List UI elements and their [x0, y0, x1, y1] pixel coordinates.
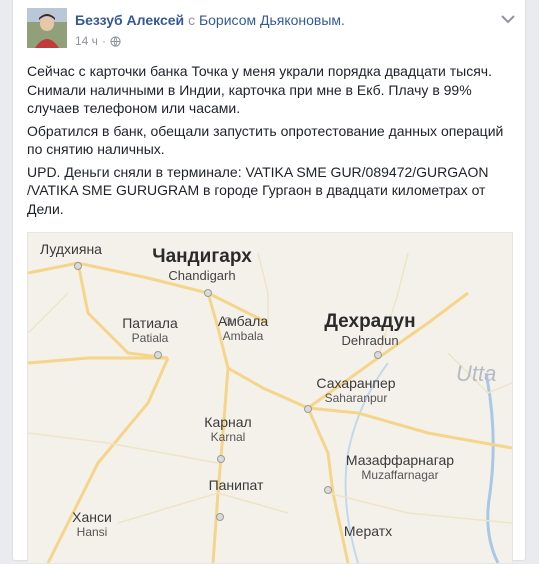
region-label: Utta — [456, 361, 497, 386]
city-name-ru: Карнал — [204, 414, 252, 430]
city-name-en: Chandigarh — [168, 268, 236, 283]
meta-separator: · — [101, 34, 106, 48]
city-name-en: Patiala — [131, 331, 169, 345]
city-name-ru: Чандигарх — [152, 246, 252, 267]
map-image[interactable]: Utta Лудхияна Чандигарх Chandigarh Патиа… — [27, 232, 513, 564]
post-timestamp[interactable]: 14 ч — [75, 34, 98, 48]
city-ludhiana: Лудхияна — [40, 241, 102, 257]
city-name-en: Muzaffarnagar — [361, 468, 439, 482]
post-paragraph: UPD. Деньги сняли в терминале: VATIKA SM… — [27, 163, 489, 217]
city-chandigarh: Чандигарх Chandigarh — [152, 246, 252, 283]
city-hansi: Ханси Hansi — [72, 509, 112, 539]
city-name-en: Ambala — [222, 329, 264, 343]
city-name-en: Saharanpur — [324, 391, 388, 405]
city-name-ru: Мазаффарнагар — [345, 452, 455, 468]
city-name-ru: Амбала — [217, 313, 269, 329]
city-dehradun: Дехрадун Dehradun — [324, 311, 415, 348]
post-header: Беззуб Алексей с Борисом Дьяконовым. — [75, 12, 345, 28]
city-name-ru: Сахаранпер — [316, 375, 396, 391]
post-card: Беззуб Алексей с Борисом Дьяконовым. 14 … — [12, 0, 526, 564]
city-name-ru: Патиала — [122, 315, 178, 331]
city-meerut: Мератх — [344, 523, 392, 539]
city-name-en: Karnal — [210, 430, 246, 444]
with-text: с — [188, 12, 196, 28]
post-paragraph: Сейчас с карточки банка Точка у меня укр… — [27, 63, 492, 116]
city-name-ru: Панипат — [208, 477, 264, 493]
globe-icon[interactable] — [110, 35, 121, 47]
avatar[interactable] — [27, 8, 67, 48]
chevron-down-icon[interactable] — [501, 14, 515, 24]
city-name-ru: Лудхияна — [40, 241, 102, 257]
tagged-user-link[interactable]: Борисом Дьяконовым. — [199, 12, 345, 28]
city-name-en: Dehradun — [341, 333, 399, 348]
author-link[interactable]: Беззуб Алексей — [75, 12, 184, 28]
city-muzaffarnagar: Мазаффарнагар Muzaffarnagar — [346, 452, 454, 482]
city-saharanpur: Сахаранпер Saharanpur — [316, 375, 395, 405]
city-name-ru: Ханси — [72, 509, 112, 525]
city-name-ru: Дехрадун — [324, 311, 416, 332]
city-ambala: Амбала Ambala — [218, 313, 268, 343]
post-paragraph: Обратился в банк, обещали запустить опро… — [27, 122, 504, 158]
city-karnal: Карнал Karnal — [204, 414, 251, 444]
post-text: Сейчас с карточки банка Точка у меня укр… — [27, 62, 511, 222]
city-panipat: Панипат — [209, 477, 264, 493]
city-patiala: Патиала Patiala — [122, 315, 178, 345]
city-name-ru: Мератх — [343, 523, 393, 539]
post-meta: 14 ч · — [75, 34, 121, 48]
city-name-en: Hansi — [76, 525, 108, 539]
